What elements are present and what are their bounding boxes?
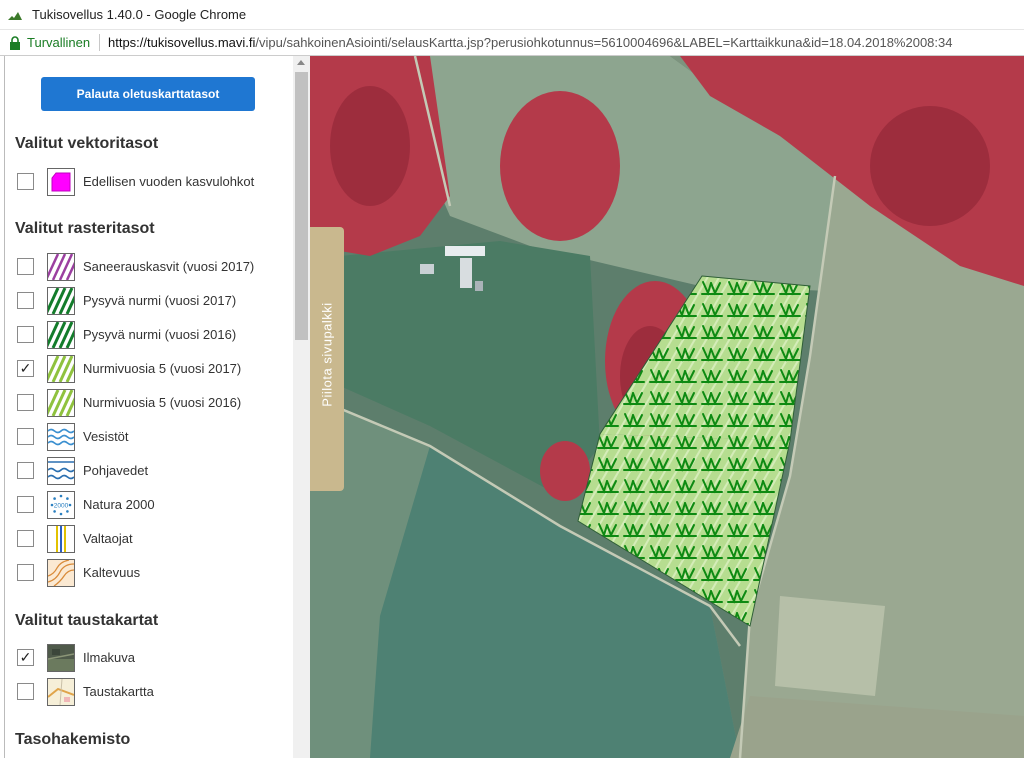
layer-label: Kaltevuus xyxy=(83,565,141,580)
layer-checkbox[interactable]: ✓ xyxy=(17,360,34,377)
layer-checkbox[interactable] xyxy=(17,496,34,513)
reset-map-layers-button[interactable]: Palauta oletuskarttatasot xyxy=(41,77,255,111)
layer-label: Taustakartta xyxy=(83,684,154,699)
url-text[interactable]: https://tukisovellus.mavi.fi/vipu/sahkoi… xyxy=(108,35,952,50)
layer-label: Valtaojat xyxy=(83,531,133,546)
natura-icon-text: 2000 xyxy=(54,503,69,510)
vector-layers-heading: Valitut vektoritasot xyxy=(15,135,159,152)
permanent-grass-icon xyxy=(47,321,75,349)
layer-checkbox[interactable] xyxy=(17,428,34,445)
layer-item-previous-parcels[interactable]: Edellisen vuoden kasvulohkot xyxy=(17,168,287,196)
layer-item-aerial-photo[interactable]: ✓ Ilmakuva xyxy=(17,644,287,672)
layer-checkbox[interactable] xyxy=(17,326,34,343)
aerial-map[interactable] xyxy=(310,56,1024,758)
grass-years-icon xyxy=(47,355,75,383)
main-ditches-icon xyxy=(47,525,75,553)
layer-item-permanent-grass-2016[interactable]: Pysyvä nurmi (vuosi 2016) xyxy=(17,321,287,349)
security-label: Turvallinen xyxy=(27,35,91,50)
layer-checkbox[interactable] xyxy=(17,258,34,275)
layer-checkbox[interactable] xyxy=(17,173,34,190)
background-map-icon xyxy=(47,678,75,706)
layer-directory-heading: Tasohakemisto xyxy=(15,731,131,748)
window-title: Tukisovellus 1.40.0 - Google Chrome xyxy=(32,7,247,22)
layer-item-main-ditches[interactable]: Valtaojat xyxy=(17,525,287,553)
url-host: https://tukisovellus.mavi.fi xyxy=(108,35,256,50)
grass-years-icon xyxy=(47,389,75,417)
sidebar-scrollbar[interactable] xyxy=(293,56,310,758)
layer-checkbox[interactable] xyxy=(17,394,34,411)
layer-item-grass-years-2016[interactable]: Nurmivuosia 5 (vuosi 2016) xyxy=(17,389,287,417)
toggle-sidebar-button[interactable]: Piilota sivupalkki xyxy=(310,227,344,491)
layer-label: Ilmakuva xyxy=(83,650,136,665)
layer-label: Edellisen vuoden kasvulohkot xyxy=(83,174,255,189)
toggle-sidebar-label: Piilota sivupalkki xyxy=(319,302,335,407)
slope-icon xyxy=(47,559,75,587)
layer-checkbox[interactable] xyxy=(17,462,34,479)
raster-layers-heading: Valitut rasteritasot xyxy=(15,220,155,237)
layer-item-waters[interactable]: Vesistöt xyxy=(17,423,287,451)
layer-checkbox[interactable] xyxy=(17,530,34,547)
map-view[interactable] xyxy=(310,56,1024,758)
lock-icon xyxy=(10,36,20,50)
layer-item-grass-years-2017[interactable]: ✓ Nurmivuosia 5 (vuosi 2017) xyxy=(17,355,287,383)
layer-label: Pohjavedet xyxy=(83,463,149,478)
previous-year-parcels-icon xyxy=(47,168,75,196)
waters-icon xyxy=(47,423,75,451)
address-divider xyxy=(99,34,100,51)
groundwater-icon xyxy=(47,457,75,485)
layer-label: Saneerauskasvit (vuosi 2017) xyxy=(83,259,255,274)
layer-checkbox[interactable] xyxy=(17,292,34,309)
layer-label: Nurmivuosia 5 (vuosi 2017) xyxy=(83,361,242,376)
layer-item-natura[interactable]: 2000 Natura 2000 xyxy=(17,491,287,519)
sidebar-left-border xyxy=(4,56,5,758)
layer-label: Vesistöt xyxy=(83,429,129,444)
layer-checkbox[interactable] xyxy=(17,683,34,700)
layer-item-remediation-crops[interactable]: Saneerauskasvit (vuosi 2017) xyxy=(17,253,287,281)
layer-checkbox[interactable]: ✓ xyxy=(17,649,34,666)
url-path: /vipu/sahkoinenAsiointi/selausKartta.jsp… xyxy=(255,35,953,50)
scroll-up-arrow-icon[interactable] xyxy=(297,60,305,65)
remediation-crops-icon xyxy=(47,253,75,281)
layer-item-groundwater[interactable]: Pohjavedet xyxy=(17,457,287,485)
layer-label: Pysyvä nurmi (vuosi 2016) xyxy=(83,327,237,342)
natura-icon: 2000 xyxy=(47,491,75,519)
layer-item-permanent-grass-2017[interactable]: Pysyvä nurmi (vuosi 2017) xyxy=(17,287,287,315)
layer-label: Pysyvä nurmi (vuosi 2017) xyxy=(83,293,237,308)
layer-item-background-map[interactable]: Taustakartta xyxy=(17,678,287,706)
app-icon xyxy=(8,12,22,20)
permanent-grass-icon xyxy=(47,287,75,315)
scrollbar-thumb[interactable] xyxy=(295,72,308,340)
layer-item-slope[interactable]: Kaltevuus xyxy=(17,559,287,587)
layer-label: Nurmivuosia 5 (vuosi 2016) xyxy=(83,395,242,410)
layer-checkbox[interactable] xyxy=(17,564,34,581)
aerial-photo-icon xyxy=(47,644,75,672)
address-bar[interactable]: Turvallinen https://tukisovellus.mavi.fi… xyxy=(0,30,1024,56)
layer-label: Natura 2000 xyxy=(83,497,155,512)
window-titlebar: Tukisovellus 1.40.0 - Google Chrome xyxy=(0,0,1024,30)
background-maps-heading: Valitut taustakartat xyxy=(15,612,159,629)
layer-sidebar: Palauta oletuskarttatasot Valitut vektor… xyxy=(0,56,310,758)
